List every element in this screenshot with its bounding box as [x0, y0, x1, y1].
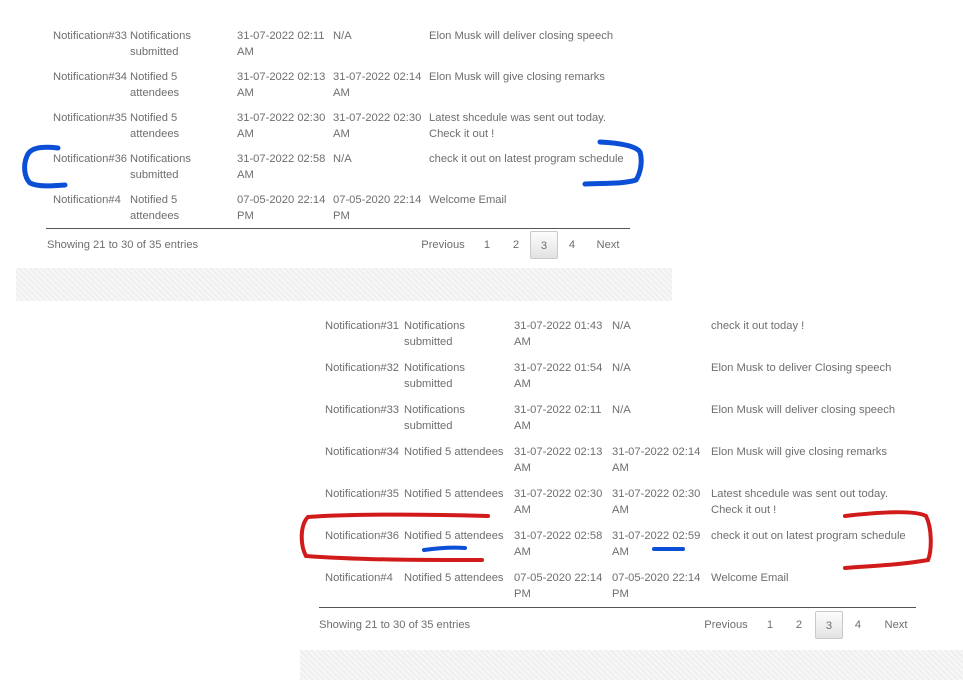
created-time: 31-07-2022 02:11 AM [237, 30, 325, 58]
notification-id: Notification#32 [325, 362, 400, 374]
sent-time: N/A [333, 153, 352, 165]
sent-time: 31-07-2022 02:59 AM [612, 530, 701, 558]
pagination-page-3-active[interactable]: 3 [530, 231, 558, 259]
notification-status: Notified 5 attendees [404, 530, 504, 542]
notification-status: Notifications submitted [130, 153, 191, 181]
created-time: 31-07-2022 02:58 AM [237, 153, 326, 181]
notification-status: Notified 5 attendees [130, 71, 180, 99]
message: check it out today ! [711, 320, 805, 332]
screenshot-panel-before: Notification#33 Notifications submitted 31… [0, 0, 680, 301]
notification-status: Notifications submitted [404, 404, 465, 432]
entries-info: Showing 21 to 30 of 35 entries [319, 619, 471, 631]
sent-time: 31-07-2022 02:30 AM [612, 488, 701, 516]
sent-time: N/A [612, 320, 631, 332]
screenshot-panel-after: Notification#31 Notifications submitted 31… [300, 300, 963, 680]
message: check it out on latest program schedule [711, 530, 906, 542]
created-time: 31-07-2022 02:30 AM [237, 112, 326, 140]
created-time: 31-07-2022 02:58 AM [514, 530, 603, 558]
pagination-page-2[interactable]: 2 [790, 611, 808, 639]
notification-id: Notification#34 [53, 71, 128, 83]
pagination-previous[interactable]: Previous [701, 611, 751, 639]
sent-time: N/A [612, 404, 631, 416]
notification-id: Notification#36 [325, 530, 400, 542]
pagination-page-1[interactable]: 1 [478, 231, 496, 259]
sent-time: 07-05-2020 22:14 PM [612, 572, 701, 600]
notification-id: Notification#4 [53, 194, 121, 206]
message: Welcome Email [429, 194, 507, 206]
notification-id: Notification#34 [325, 446, 400, 458]
message: Elon Musk will give closing remarks [429, 71, 605, 83]
pagination-page-4[interactable]: 4 [849, 611, 867, 639]
notification-id: Notification#35 [53, 112, 128, 124]
notification-status: Notified 5 attendees [130, 112, 180, 140]
pagination: Previous 1 2 3 4 Next [418, 231, 633, 259]
sent-time: 31-07-2022 02:14 AM [612, 446, 701, 474]
page-background-strip [300, 650, 963, 680]
message: Elon Musk will deliver closing speech [429, 30, 614, 42]
message: Elon Musk to deliver Closing speech [711, 362, 892, 374]
created-time: 07-05-2020 22:14 PM [514, 572, 603, 600]
entries-info: Showing 21 to 30 of 35 entries [47, 239, 199, 251]
created-time: 31-07-2022 02:13 AM [237, 71, 326, 99]
message: Elon Musk will give closing remarks [711, 446, 887, 458]
message: Latest shcedule was sent out today. Chec… [711, 488, 889, 516]
pagination-page-2[interactable]: 2 [507, 231, 525, 259]
created-time: 31-07-2022 02:11 AM [514, 404, 602, 432]
notification-id: Notification#36 [53, 153, 128, 165]
pagination-previous[interactable]: Previous [418, 231, 468, 259]
notification-status: Notifications submitted [404, 320, 465, 348]
message: Latest shcedule was sent out today. Chec… [429, 112, 607, 140]
notification-status: Notified 5 attendees [130, 194, 180, 222]
pagination-next[interactable]: Next [881, 611, 911, 639]
sent-time: 31-07-2022 02:14 AM [333, 71, 422, 99]
message: Welcome Email [711, 572, 789, 584]
notification-status: Notifications submitted [130, 30, 191, 58]
table-bottom-border [319, 607, 916, 608]
notification-id: Notification#33 [325, 404, 400, 416]
notification-status: Notified 5 attendees [404, 488, 504, 500]
pagination-page-4[interactable]: 4 [563, 231, 581, 259]
pagination-page-3-active[interactable]: 3 [815, 611, 843, 639]
pagination-next[interactable]: Next [593, 231, 623, 259]
notification-id: Notification#31 [325, 320, 400, 332]
created-time: 31-07-2022 02:30 AM [514, 488, 603, 516]
pagination: Previous 1 2 3 4 Next [701, 611, 916, 639]
notification-id: Notification#35 [325, 488, 400, 500]
page-background-strip [16, 268, 672, 301]
created-time: 31-07-2022 02:13 AM [514, 446, 603, 474]
notification-status: Notified 5 attendees [404, 446, 504, 458]
created-time: 31-07-2022 01:43 AM [514, 320, 603, 348]
sent-time: N/A [333, 30, 352, 42]
sent-time: N/A [612, 362, 631, 374]
created-time: 07-05-2020 22:14 PM [237, 194, 326, 222]
table-bottom-border [46, 228, 630, 229]
created-time: 31-07-2022 01:54 AM [514, 362, 603, 390]
sent-time: 07-05-2020 22:14 PM [333, 194, 422, 222]
notification-id: Notification#33 [53, 30, 128, 42]
message: Elon Musk will deliver closing speech [711, 404, 896, 416]
notification-status: Notified 5 attendees [404, 572, 504, 584]
notification-id: Notification#4 [325, 572, 393, 584]
sent-time: 31-07-2022 02:30 AM [333, 112, 422, 140]
message: check it out on latest program schedule [429, 153, 624, 165]
notification-status: Notifications submitted [404, 362, 465, 390]
pagination-page-1[interactable]: 1 [761, 611, 779, 639]
